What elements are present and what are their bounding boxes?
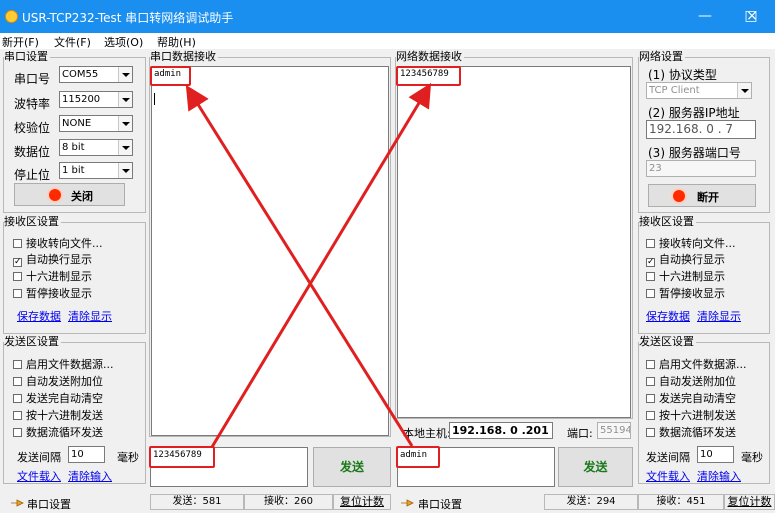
annotation-arrows (185, 82, 432, 448)
arrow-net-to-serial (185, 84, 414, 447)
arrow-serial-to-net (210, 82, 432, 448)
